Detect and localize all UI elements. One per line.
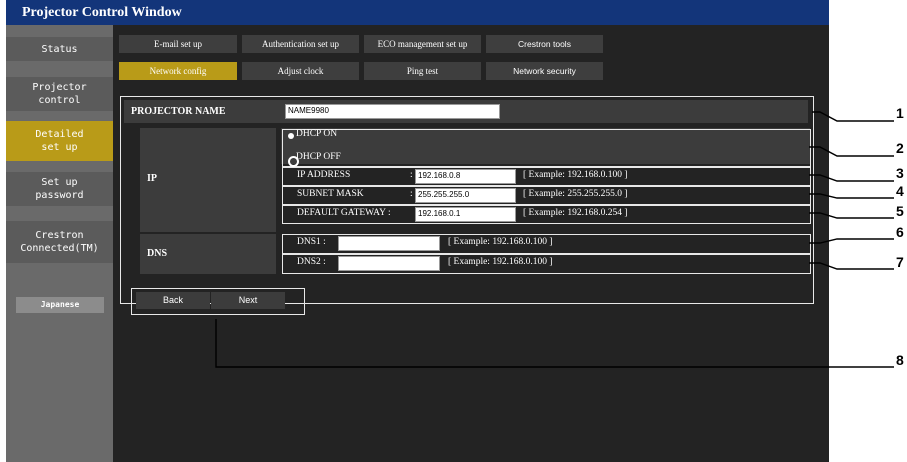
callout-1: 1 <box>896 105 904 121</box>
callout-5: 5 <box>896 203 904 219</box>
callout-line-3 <box>809 174 894 182</box>
callout-line-6 <box>809 238 894 244</box>
callout-6: 6 <box>896 224 904 240</box>
callout-line-1 <box>812 111 894 122</box>
callout-line-8 <box>215 319 894 368</box>
callout-line-2 <box>809 146 894 157</box>
callout-4: 4 <box>896 183 904 199</box>
callout-7: 7 <box>896 254 904 270</box>
callout-lines <box>215 111 894 368</box>
callout-line-5 <box>809 212 894 219</box>
callout-8: 8 <box>896 352 904 368</box>
callout-3: 3 <box>896 165 904 181</box>
callout-line-7 <box>809 262 894 270</box>
callout-line-4 <box>809 193 894 199</box>
callout-2: 2 <box>896 140 904 156</box>
